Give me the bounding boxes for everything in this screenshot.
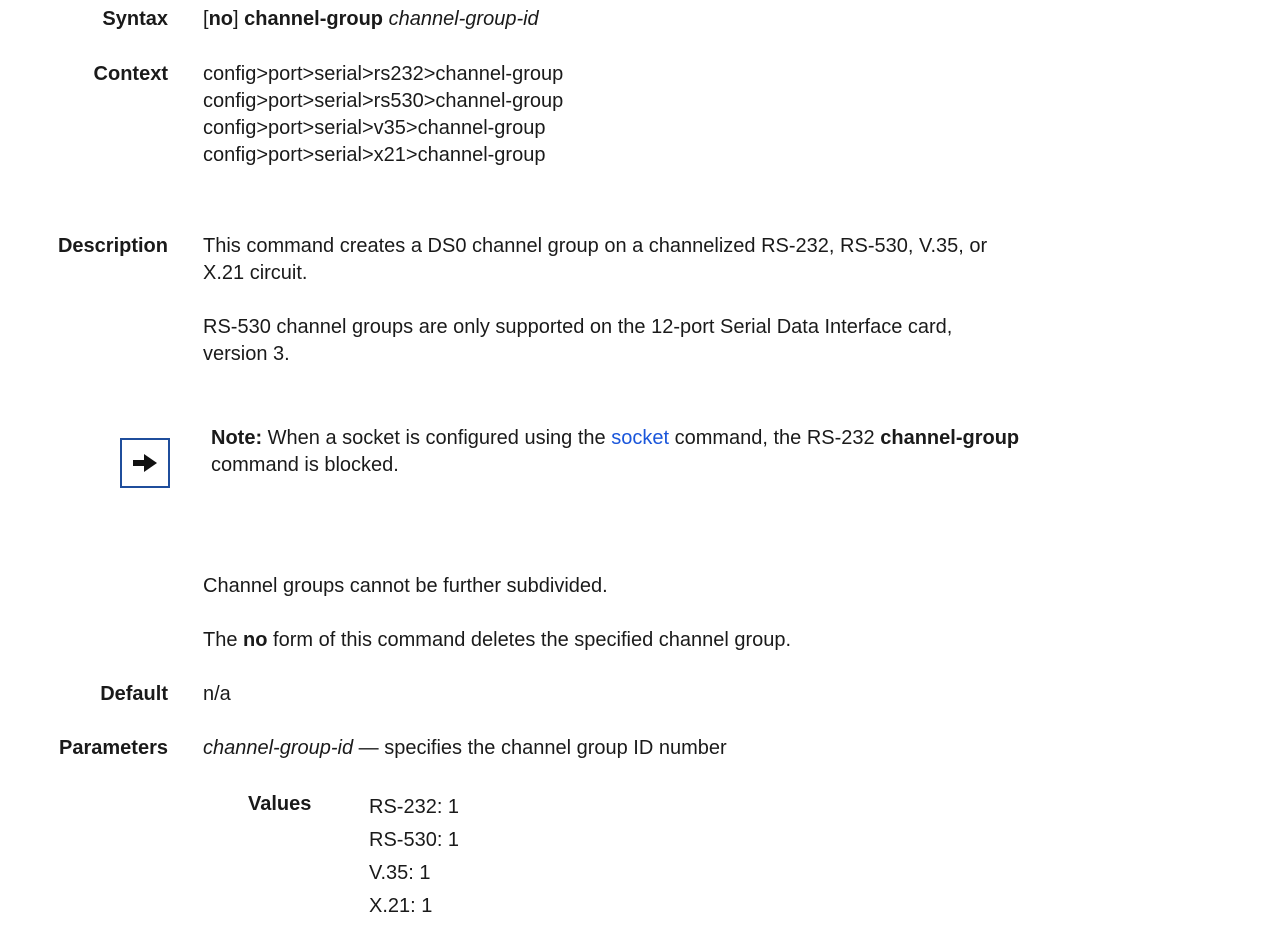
values-list: RS-232: 1 RS-530: 1 V.35: 1 X.21: 1 (369, 791, 459, 923)
description-text: X.21 circuit. (203, 262, 308, 284)
parameter-description: specifies the channel group ID number (384, 737, 727, 759)
description-text: This command creates a DS0 channel group… (203, 235, 988, 257)
description-para2: RS-530 channel groups are only supported… (203, 314, 952, 368)
no-form-pre: The (203, 629, 238, 651)
description-text: version 3. (203, 343, 290, 365)
description-label: Description (57, 235, 168, 257)
subdivide-text: Channel groups cannot be further subdivi… (203, 575, 608, 597)
no-form-post: form of this command deletes the specifi… (273, 629, 792, 651)
syntax-param: channel-group-id (388, 8, 539, 30)
value-item: V.35: 1 (369, 862, 431, 884)
syntax-value: [no] channel-group channel-group-id (203, 6, 539, 33)
note-text: Note: When a socket is configured using … (211, 425, 1271, 479)
note-bold-command: channel-group (880, 427, 1020, 449)
context-line: config>port>serial>v35>channel-group (203, 117, 546, 139)
parameter-name: channel-group-id (203, 737, 354, 759)
default-label: Default (100, 683, 168, 705)
parameter-entry: channel-group-id — specifies the channel… (203, 735, 727, 762)
syntax-no: no (208, 8, 233, 30)
value-item: RS-530: 1 (369, 829, 460, 851)
note-box: Note: When a socket is configured using … (0, 425, 1280, 495)
syntax-command: channel-group (244, 8, 384, 30)
arrow-right-icon (120, 438, 170, 488)
after-note-text: Channel groups cannot be further subdivi… (203, 573, 608, 600)
syntax-close-bracket: ] (233, 8, 239, 30)
note-text-part: When a socket is configured using the (267, 427, 606, 449)
parameter-dash: — (358, 737, 379, 759)
default-value: n/a (203, 683, 231, 705)
context-line: config>port>serial>rs232>channel-group (203, 63, 564, 85)
description-text: RS-530 channel groups are only supported… (203, 316, 953, 338)
note-text-part: command, the RS-232 (674, 427, 875, 449)
context-line: config>port>serial>x21>channel-group (203, 144, 546, 166)
value-item: RS-232: 1 (369, 796, 460, 818)
socket-link[interactable]: socket (611, 427, 669, 449)
syntax-label: Syntax (102, 8, 168, 30)
parameters-label: Parameters (59, 737, 168, 759)
description-para1: This command creates a DS0 channel group… (203, 233, 987, 287)
context-label: Context (93, 63, 168, 85)
context-line: config>port>serial>rs530>channel-group (203, 90, 564, 112)
note-label: Note: (211, 427, 263, 449)
values-label: Values (248, 793, 312, 815)
note-text-part: command is blocked. (211, 454, 399, 476)
context-lines: config>port>serial>rs232>channel-group c… (203, 61, 563, 169)
no-form-text: The no form of this command deletes the … (203, 627, 791, 654)
value-item: X.21: 1 (369, 895, 433, 917)
no-form-bold: no (243, 629, 268, 651)
